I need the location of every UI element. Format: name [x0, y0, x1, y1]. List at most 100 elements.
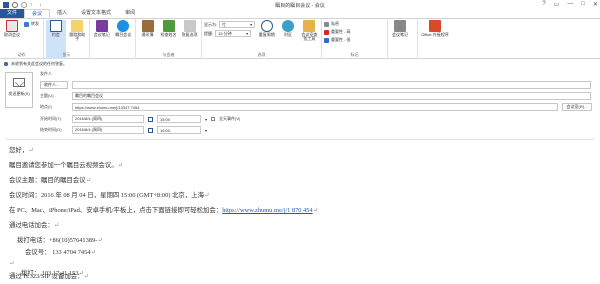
- start-date-field[interactable]: 2016/8/4 (周四): [72, 115, 144, 123]
- line-mark: ↵: [312, 207, 319, 214]
- group-zhumu: 会议笔记 瞩目会议: [90, 19, 136, 59]
- message-body[interactable]: 您好，↵ 瞩目邀请您参加一个瞩目云视频会议。↵ 会议主题：瞩目的瞩目会议↵ 会议…: [5, 139, 595, 284]
- importance-low-button[interactable]: 重要性 - 低: [324, 37, 351, 43]
- room-finder-label: 会议室查找工具: [301, 32, 318, 41]
- tab-review[interactable]: 审阅: [118, 9, 142, 18]
- line-mark: ↵: [9, 260, 15, 267]
- info-icon: i: [4, 61, 8, 66]
- start-label: 开始时间(T): [40, 116, 62, 121]
- office-addins-button[interactable]: Office 外接程序: [420, 20, 450, 59]
- body-topic: 会议主题：瞩目的瞩目会议↵: [9, 175, 91, 184]
- importance-low-label: 重要性 - 低: [331, 37, 351, 42]
- start-row: 开始时间(T) 2016/8/4 (周四) 15:00 ▾ 全天事件(V): [40, 115, 240, 123]
- forward-button[interactable]: 转发: [24, 21, 39, 27]
- subject-label: 主题(U): [40, 93, 54, 98]
- cancel-meeting-icon: [6, 20, 18, 32]
- tab-file[interactable]: 文件: [0, 9, 25, 18]
- globe-icon: [282, 20, 295, 32]
- start-time-value: 15:00: [160, 116, 171, 122]
- office-addins-label: Office 外接程序: [421, 32, 449, 37]
- group-attendees-label: 与会者: [162, 52, 175, 57]
- subject-field[interactable]: 瞩目的瞩目会议: [72, 92, 591, 100]
- send-update-label: 发送更新(S): [8, 91, 30, 96]
- calendar-icon: [49, 20, 62, 32]
- from-row: 发件人: [40, 70, 72, 78]
- line-mark: ↵: [203, 192, 210, 199]
- lock-icon: [324, 21, 329, 27]
- chevron-down-icon[interactable]: ▾: [205, 117, 207, 122]
- importance-high-button[interactable]: 重要性 - 高: [324, 29, 351, 35]
- start-time-field[interactable]: 15:00: [157, 115, 201, 123]
- onenote-notes-button[interactable]: 会议笔记: [92, 20, 112, 59]
- all-day-checkbox[interactable]: [211, 117, 216, 121]
- to-button[interactable]: 收件人...: [40, 81, 68, 89]
- office-addins-icon: [429, 20, 441, 32]
- group-options-label: 选项: [257, 52, 266, 57]
- line-mark: ↵: [97, 237, 103, 244]
- meeting-notes-button[interactable]: 会议笔记: [390, 20, 410, 59]
- undo-icon[interactable]: [12, 2, 18, 8]
- down-arrow-icon: [324, 37, 329, 43]
- tab-format-text[interactable]: 设置文本格式: [74, 9, 118, 18]
- tab-meeting[interactable]: 会议: [24, 9, 51, 18]
- meeting-link[interactable]: https://www.zhumu.me/j/1 870 454: [222, 207, 312, 214]
- location-field[interactable]: https://www.zhumu.me/j/13347 7454: [72, 103, 558, 111]
- line-mark: ↵: [90, 249, 96, 256]
- to-field[interactable]: [72, 81, 591, 89]
- zhumu-meeting-button[interactable]: 瞩目会议: [114, 20, 134, 59]
- send-update-button[interactable]: 发送更新(S): [5, 72, 33, 108]
- onenote-label: 会议笔记: [93, 32, 110, 37]
- group-templates: 会议笔记: [388, 19, 418, 59]
- zhumu-icon: [117, 20, 130, 32]
- maximize-button[interactable]: □: [581, 1, 585, 8]
- show-as-dropdown[interactable]: 忙 ▾: [219, 21, 256, 28]
- quick-access-toolbar: ↑ ↓: [0, 2, 45, 8]
- redo-icon[interactable]: [21, 2, 27, 8]
- tracking-icon: [71, 20, 84, 32]
- tab-insert[interactable]: 插入: [50, 9, 74, 18]
- show-as-row: 显示为: 忙 ▾: [204, 21, 256, 28]
- save-icon[interactable]: [3, 2, 9, 8]
- body-invite: 瞩目邀请您参加一个瞩目云视频会议。↵: [9, 160, 123, 169]
- from-label: 发件人: [40, 71, 52, 76]
- end-label: 结束时间(D): [40, 127, 62, 132]
- group-options: 显示为: 忙 ▾ 提醒: 15 分钟 ▾ 重复周期 时区 会议室查找工具 选项: [202, 19, 322, 59]
- calendar-icon[interactable]: [148, 116, 153, 122]
- window-controls: ? ▭ — □ ✕: [542, 1, 598, 8]
- body-phone-heading: 通过电话加会：↵: [9, 220, 59, 229]
- body-topic-text: 会议主题：瞩目的瞩目会议: [9, 177, 86, 184]
- importance-high-label: 重要性 - 高: [331, 29, 351, 34]
- chevron-down-icon[interactable]: ▾: [205, 128, 207, 133]
- body-sip-dial: 拨打： 103.17.41.153↵: [21, 268, 84, 277]
- ribbon-display-button[interactable]: ▭: [554, 1, 560, 8]
- help-button[interactable]: ?: [542, 1, 545, 8]
- minimize-button[interactable]: —: [567, 1, 573, 8]
- recurrence-icon: [260, 20, 273, 32]
- end-time-value: 16:00: [160, 127, 171, 133]
- meeting-notes-icon: [394, 20, 406, 32]
- close-button[interactable]: ✕: [593, 1, 598, 8]
- response-options-label: 答复选项: [181, 32, 198, 37]
- end-time-field[interactable]: 16:00: [157, 126, 201, 134]
- private-button[interactable]: 私密: [324, 21, 351, 27]
- room-button[interactable]: 会议室(R)...: [562, 103, 592, 111]
- line-mark: ↵: [117, 162, 123, 169]
- body-meeting-id: 会议号： 133 4704 7454↵: [25, 247, 96, 256]
- calendar-icon[interactable]: [148, 127, 153, 133]
- show-as-label: 显示为:: [204, 21, 218, 27]
- group-tags: 私密 重要性 - 高 重要性 - 低 标记: [322, 19, 388, 59]
- end-date-value: 2016/8/4 (周四): [75, 127, 103, 132]
- zhumu-label: 瞩目会议: [115, 32, 132, 37]
- up-arrow-icon[interactable]: ↑: [30, 2, 36, 8]
- end-date-field[interactable]: 2016/8/4 (周四): [72, 126, 144, 134]
- group-attendees: 通讯簿 检查姓名 答复选项 与会者: [136, 19, 202, 59]
- reminder-dropdown[interactable]: 15 分钟 ▾: [215, 30, 252, 37]
- forward-icon: [24, 21, 29, 27]
- cancel-meeting-label: 取消会议: [4, 32, 20, 37]
- down-arrow-icon[interactable]: ↓: [39, 2, 45, 8]
- onenote-icon: [95, 20, 108, 32]
- body-phone-number-text: 拨打电话：+86(10)57641389-: [17, 237, 98, 244]
- check-names-icon: [162, 20, 175, 32]
- info-bar-text: 未收到有关此会议的任何答复。: [11, 60, 67, 66]
- group-addins: Office 外接程序: [418, 19, 458, 59]
